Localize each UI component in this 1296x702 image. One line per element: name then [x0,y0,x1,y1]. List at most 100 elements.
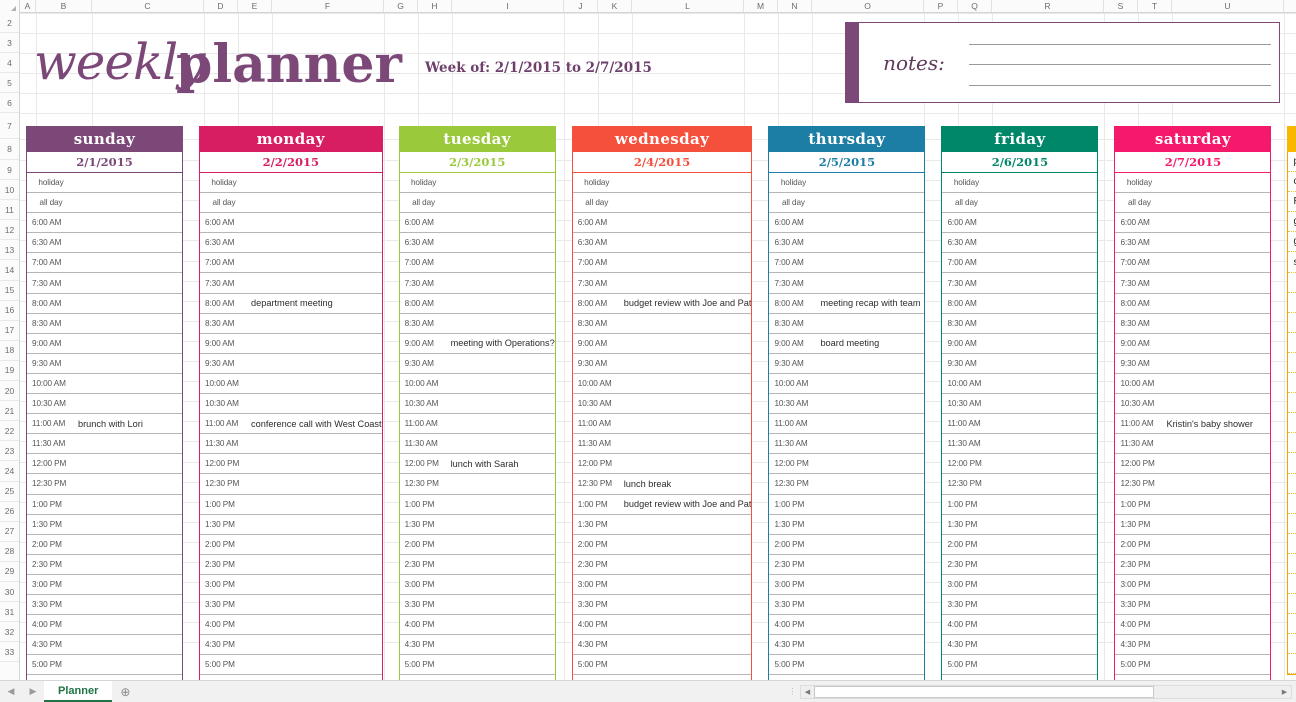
time-slot[interactable]: 11:00 AM Kristin's baby shower [1115,414,1271,435]
note-item-empty[interactable] [1288,333,1296,353]
time-slot[interactable]: 2:00 PM [1115,535,1271,555]
time-slot[interactable]: 2:30 PM [1115,555,1271,575]
time-slot[interactable]: 6:00 AM [27,213,182,234]
time-slot[interactable]: holiday [1115,173,1271,194]
note-item-empty[interactable] [1288,494,1296,514]
note-item-empty[interactable] [1288,554,1296,574]
row-header-28[interactable]: 28 [0,541,19,562]
time-slot[interactable]: 5:00 PM [769,655,925,676]
time-slot[interactable]: 3:00 PM [399,575,555,595]
horizontal-scrollbar[interactable]: ◀ ▶ [800,684,1292,699]
time-slot[interactable]: 2:30 PM [942,555,1098,575]
time-slot[interactable]: 8:30 AM [1115,314,1271,334]
time-slot[interactable]: 6:30 AM [27,233,182,254]
time-slot[interactable]: 2:00 PM [399,535,555,555]
time-slot[interactable]: all day [399,193,555,214]
time-slot[interactable]: 10:30 AM [572,394,752,415]
day-date-friday[interactable]: 2/6/2015 [941,152,1099,173]
appointment-text[interactable]: lunch break [624,479,672,489]
scrollbar-thumb[interactable] [814,685,1154,698]
note-item-empty[interactable] [1288,273,1296,293]
time-slot[interactable]: 1:30 PM [200,515,382,535]
time-slot[interactable]: 4:00 PM [399,615,555,636]
time-slot[interactable]: holiday [27,173,182,194]
time-slot[interactable]: 9:30 AM [27,354,182,374]
time-slot[interactable]: 7:00 AM [1115,253,1271,274]
time-slot[interactable]: 1:00 PM [27,495,182,515]
time-slot[interactable]: 11:00 AM conference call with West Coast [200,414,382,435]
time-slot[interactable]: 3:30 PM [1115,595,1271,616]
time-slot[interactable]: 12:30 PM [1115,474,1271,495]
time-slot[interactable]: all day [769,193,925,214]
time-slot[interactable]: 3:30 PM [27,595,182,616]
time-slot[interactable]: 10:30 AM [1115,394,1271,415]
row-header-16[interactable]: 16 [0,300,19,321]
note-item[interactable]: get baby shower gift [1288,212,1296,233]
time-slot[interactable]: 8:30 AM [572,314,752,334]
row-header-3[interactable]: 3 [0,33,19,53]
time-slot[interactable]: 3:30 PM [399,595,555,616]
time-slot[interactable]: 11:00 AM brunch with Lori [27,414,182,435]
time-slot[interactable]: 7:30 AM [399,273,555,294]
time-slot[interactable]: 11:30 AM [942,434,1098,455]
column-header-H[interactable]: H [418,0,452,12]
time-slot[interactable]: 1:00 PM [1115,495,1271,515]
time-slot[interactable]: 12:30 PM [27,474,182,495]
time-slot[interactable]: 1:30 PM [572,515,752,535]
time-slot[interactable]: 6:30 AM [942,233,1098,254]
day-date-wednesday[interactable]: 2/4/2015 [571,152,753,173]
time-slot[interactable]: 10:30 AM [769,394,925,415]
time-slot[interactable]: 8:00 AM [27,294,182,314]
appointment-text[interactable]: conference call with West Coast [251,419,382,429]
column-header-Q[interactable]: Q [958,0,992,12]
time-slot[interactable]: 8:30 AM [200,314,382,334]
split-grip-icon[interactable]: ⋮ [786,687,800,696]
time-slot[interactable]: 11:30 AM [27,434,182,455]
column-header-P[interactable]: P [924,0,958,12]
time-slot[interactable]: 1:30 PM [27,515,182,535]
note-item-empty[interactable] [1288,413,1296,434]
time-slot[interactable]: 5:00 PM [572,655,752,676]
column-header-K[interactable]: K [598,0,632,12]
note-item-empty[interactable] [1288,514,1296,534]
time-slot[interactable]: 5:00 PM [27,655,182,676]
time-slot[interactable]: 2:30 PM [572,555,752,575]
time-slot[interactable]: 3:30 PM [942,595,1098,616]
appointment-text[interactable]: lunch with Sarah [451,459,519,469]
time-slot[interactable]: 2:30 PM [399,555,555,575]
time-slot[interactable]: all day [942,193,1098,214]
time-slot[interactable]: 8:00 AM [399,294,555,314]
row-header-31[interactable]: 31 [0,602,19,623]
time-slot[interactable]: 4:30 PM [200,635,382,656]
time-slot[interactable]: 3:00 PM [572,575,752,595]
time-slot[interactable]: 6:30 AM [200,233,382,254]
column-header-A[interactable]: A [20,0,36,12]
row-header-32[interactable]: 32 [0,622,19,643]
time-slot[interactable]: 8:00 AM meeting recap with team [769,294,925,314]
column-header-V[interactable]: V [1284,0,1296,12]
time-slot[interactable]: 11:30 AM [769,434,925,455]
time-slot[interactable]: 11:30 AM [200,434,382,455]
time-slot[interactable]: 4:00 PM [27,615,182,636]
row-header-17[interactable]: 17 [0,320,19,341]
time-slot[interactable]: 1:30 PM [769,515,925,535]
day-header-friday[interactable]: friday [941,126,1099,152]
day-date-saturday[interactable]: 2/7/2015 [1114,152,1272,173]
row-header-7[interactable]: 7 [0,113,19,139]
notes-column-header[interactable]: notes [1287,126,1296,152]
time-slot[interactable]: 4:00 PM [200,615,382,636]
time-slot[interactable]: 6:30 AM [1115,233,1271,254]
row-header-11[interactable]: 11 [0,200,19,221]
time-slot[interactable]: 9:00 AM [200,334,382,354]
row-header-33[interactable]: 33 [0,642,19,663]
note-item-empty[interactable] [1288,574,1296,595]
time-slot[interactable]: 1:00 PM [200,495,382,515]
time-slot[interactable]: 3:00 PM [1115,575,1271,595]
appointment-text[interactable]: brunch with Lori [78,419,143,429]
time-slot[interactable]: 11:00 AM [769,414,925,435]
appointment-text[interactable]: meeting with Operations? [451,338,555,348]
row-header-29[interactable]: 29 [0,561,19,582]
time-slot[interactable]: 9:30 AM [769,354,925,374]
time-slot[interactable]: 4:30 PM [572,635,752,656]
time-slot[interactable]: 2:00 PM [572,535,752,555]
